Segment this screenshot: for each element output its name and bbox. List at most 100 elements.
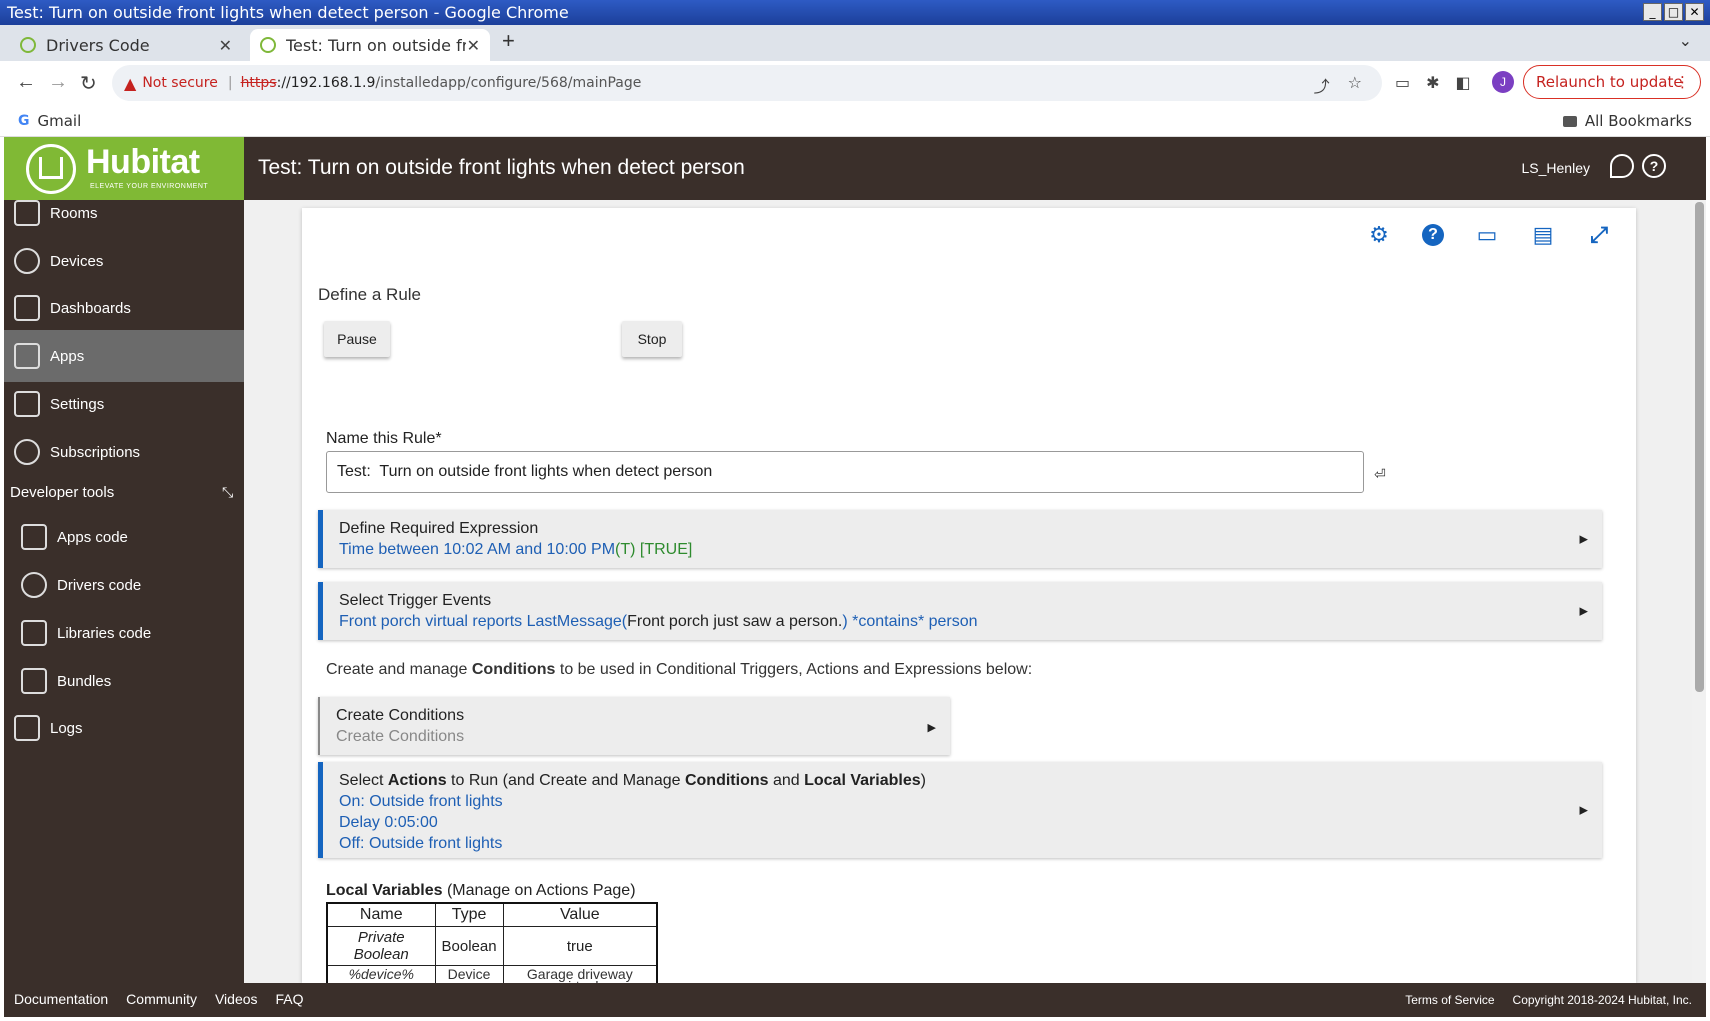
all-bookmarks[interactable]: All Bookmarks	[1562, 112, 1692, 130]
table-row: Private Boolean Boolean true	[326, 926, 658, 966]
puzzle-icon[interactable]: ✱	[1426, 73, 1439, 93]
column-header: Name	[326, 902, 436, 927]
url-scheme: https	[240, 75, 277, 91]
sidebar-item-label: Apps code	[57, 528, 128, 546]
sidebar-item-apps-code[interactable]: Apps code	[4, 511, 244, 563]
address-row: ← → ↻ ▲ Not secure | https ://192.168.1.…	[0, 61, 1710, 105]
rule-card: ⚙ ? ▭ ▤ ⤢ Define a Rule Pause Stop Name …	[302, 208, 1636, 983]
pause-button[interactable]: Pause	[324, 321, 390, 357]
chat-icon[interactable]	[1610, 154, 1634, 178]
sidebar: Rooms Devices Dashboards Apps Settings S…	[4, 200, 244, 983]
sidebar-item-libraries-code[interactable]: Libraries code	[4, 607, 244, 659]
document-icon	[14, 715, 40, 741]
sidebar-item-label: Dashboards	[50, 299, 131, 317]
tab-rule[interactable]: Test: Turn on outside fro ✕	[250, 29, 490, 61]
maximize-icon[interactable]: □	[1664, 3, 1683, 21]
action-line: On: Outside front lights	[339, 793, 503, 810]
actions-section[interactable]: Select Actions to Run (and Create and Ma…	[318, 762, 1602, 858]
sidebar-item-bundles[interactable]: Bundles	[4, 655, 244, 707]
trigger-events-section[interactable]: Select Trigger Events Front porch virtua…	[318, 582, 1602, 640]
window-controls: _ □ ✕	[1643, 3, 1704, 21]
footer-link-documentation[interactable]: Documentation	[14, 991, 108, 1007]
chevron-down-icon[interactable]: ⌄	[1679, 31, 1692, 51]
intro-text: to be used in Conditional Triggers, Acti…	[555, 661, 1033, 678]
name-label: Name this Rule*	[326, 430, 442, 447]
laptop-icon[interactable]: ▭	[1474, 222, 1500, 248]
close-window-icon[interactable]: ✕	[1685, 3, 1704, 21]
footer-link-community[interactable]: Community	[126, 991, 197, 1007]
back-icon[interactable]: ←	[16, 71, 36, 94]
footer: Documentation Community Videos FAQ Terms…	[4, 983, 1706, 1017]
footer-link-videos[interactable]: Videos	[215, 991, 258, 1007]
stop-button[interactable]: Stop	[622, 321, 682, 357]
triangle-right-icon: ▶	[1579, 605, 1588, 618]
all-bookmarks-label: All Bookmarks	[1584, 112, 1692, 130]
omnibox[interactable]: ▲ Not secure | https ://192.168.1.9 /ins…	[112, 65, 1382, 101]
close-tab-icon[interactable]: ✕	[467, 36, 480, 55]
terms-link[interactable]: Terms of Service	[1405, 993, 1494, 1007]
action-line: Off: Outside front lights	[339, 835, 503, 852]
share-icon[interactable]: ⤴	[1314, 73, 1330, 97]
required-expression-section[interactable]: Define Required Expression Time between …	[318, 510, 1602, 568]
relaunch-button[interactable]: Relaunch to update ⋮	[1523, 65, 1701, 99]
sidebar-item-label: Bundles	[57, 672, 112, 690]
help-icon[interactable]: ?	[1422, 224, 1444, 246]
state-text: (T)	[615, 541, 636, 558]
new-tab-icon[interactable]: +	[502, 28, 515, 54]
close-tab-icon[interactable]: ✕	[219, 36, 232, 55]
sidebar-item-devices[interactable]: Devices	[4, 235, 244, 287]
section-title: Define a Rule	[318, 285, 422, 304]
scrollbar-thumb[interactable]	[1695, 202, 1704, 692]
sidebar-item-settings[interactable]: Settings	[4, 378, 244, 430]
reload-icon[interactable]: ↻	[80, 71, 97, 96]
sidebar-item-label: Settings	[50, 395, 105, 413]
lightbulb-icon	[14, 248, 40, 274]
tab-label: Drivers Code	[46, 35, 150, 55]
warning-icon[interactable]: ▲	[124, 74, 136, 93]
triangle-right-icon: ▶	[1579, 533, 1588, 546]
sidebar-item-label: Apps	[50, 347, 85, 365]
section-heading: Select Actions to Run (and Create and Ma…	[339, 772, 1602, 790]
bundle-icon	[21, 668, 47, 694]
sidebar-item-subscriptions[interactable]: Subscriptions	[4, 426, 244, 478]
side-panel-icon[interactable]: ◧	[1456, 73, 1471, 93]
sidebar-item-apps[interactable]: Apps	[4, 330, 244, 382]
google-icon: G	[18, 113, 30, 129]
intro-bold: Conditions	[471, 661, 556, 678]
gear-icon[interactable]: ⚙	[1366, 222, 1392, 248]
security-status[interactable]: Not secure	[142, 75, 218, 91]
section-heading: Create Conditions	[336, 707, 465, 724]
sidebar-item-rooms[interactable]: Rooms	[4, 187, 244, 239]
table-row: %device% Device Garage driveway virtual	[326, 965, 658, 983]
sidebar-item-logs[interactable]: Logs	[4, 702, 244, 754]
developer-tools-heading[interactable]: Developer tools	[10, 484, 114, 501]
forward-icon[interactable]: →	[48, 71, 68, 94]
profile-avatar[interactable]: J	[1492, 71, 1514, 93]
user-name[interactable]: LS_Henley	[1522, 160, 1591, 176]
tab-label: Test: Turn on outside fro	[286, 35, 466, 55]
footer-link-faq[interactable]: FAQ	[276, 991, 304, 1007]
create-conditions-section[interactable]: Create Conditions Create Conditions ▶	[318, 697, 950, 755]
lightbulb-icon	[21, 572, 47, 598]
collapse-icon[interactable]: ⤡	[222, 484, 233, 501]
rule-name-input[interactable]	[326, 451, 1364, 493]
table-cell: Garage driveway virtual	[502, 965, 658, 983]
fullscreen-icon[interactable]: ⤢	[1586, 222, 1612, 248]
document-icon[interactable]: ▤	[1530, 222, 1556, 248]
help-icon[interactable]: ?	[1642, 154, 1666, 178]
sidebar-item-drivers-code[interactable]: Drivers code	[4, 559, 244, 611]
window-title: Test: Turn on outside front lights when …	[7, 3, 569, 22]
scrollbar[interactable]	[1692, 200, 1706, 983]
more-vert-icon[interactable]: ⋮	[1675, 66, 1690, 98]
url-path: /installedapp/configure/568/mainPage	[375, 75, 642, 91]
conditions-intro: Create and manage Conditions to be used …	[326, 661, 1032, 679]
star-icon[interactable]: ☆	[1348, 73, 1362, 97]
heading-text: )	[920, 772, 926, 789]
screen-cast-icon[interactable]: ▭	[1395, 73, 1410, 93]
bookmark-gmail[interactable]: G Gmail	[18, 112, 81, 130]
minimize-icon[interactable]: _	[1643, 3, 1662, 21]
tab-drivers-code[interactable]: Drivers Code ✕	[10, 29, 242, 61]
sliders-icon	[14, 391, 40, 417]
enter-icon[interactable]: ⏎	[1374, 466, 1386, 483]
sidebar-item-dashboards[interactable]: Dashboards	[4, 282, 244, 334]
